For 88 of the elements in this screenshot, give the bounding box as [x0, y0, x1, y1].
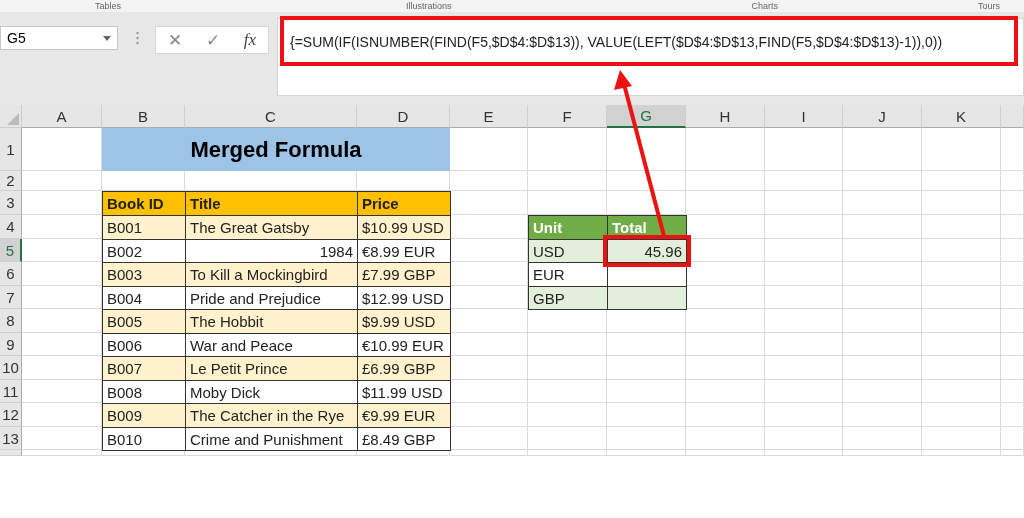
table-cell: B002	[102, 239, 186, 263]
merged-title-cell: Merged Formula	[102, 128, 450, 171]
column-header[interactable]: A	[22, 105, 102, 128]
row-header[interactable]: 8	[0, 309, 22, 333]
table-cell: B001	[102, 215, 186, 240]
ribbon-group-label: Charts	[751, 0, 779, 12]
table-cell: €10.99 EUR	[357, 333, 451, 357]
table-cell: £6.99 GBP	[357, 356, 451, 381]
table-cell: EUR	[528, 262, 608, 287]
table-cell: GBP	[528, 286, 608, 310]
table-cell: B006	[102, 333, 186, 357]
table-cell: $11.99 USD	[357, 380, 451, 404]
row-header[interactable]: 9	[0, 333, 22, 356]
empty-cell	[1001, 380, 1024, 403]
table-cell: B009	[102, 403, 186, 428]
empty-cell	[1001, 333, 1024, 356]
header-cell: Book ID	[102, 191, 186, 216]
table-cell: B008	[102, 380, 186, 404]
column-header[interactable]: F	[528, 105, 607, 128]
triangle-icon	[7, 113, 19, 125]
empty-cell	[1001, 309, 1024, 333]
row-header[interactable]: 5	[0, 239, 22, 262]
empty-cell	[1001, 356, 1024, 380]
table-cell: €8.99 EUR	[357, 239, 451, 263]
column-header[interactable]: G	[607, 105, 686, 128]
table-cell: The Catcher in the Rye	[185, 403, 358, 428]
row-header[interactable]: 12	[0, 403, 22, 427]
empty-cell	[1001, 171, 1024, 191]
empty-cell	[1001, 262, 1024, 286]
row-header[interactable]: 3	[0, 191, 22, 215]
table-cell: To Kill a Mockingbird	[185, 262, 358, 287]
header-cell: Price	[357, 191, 451, 216]
header-cell: Unit	[528, 215, 608, 240]
table-cell: The Great Gatsby	[185, 215, 358, 240]
column-header[interactable]: H	[686, 105, 765, 128]
column-header[interactable]: K	[922, 105, 1001, 128]
formula-field[interactable]: {=SUM(IF(ISNUMBER(FIND(F5,$D$4:$D$13)), VALUE(LEFT($D$4:$D$13,FIND(F5,$D$4:$D$13)-1)),0))	[277, 18, 1024, 96]
table-cell: €9.99 EUR	[357, 403, 451, 428]
row-header[interactable]: 10	[0, 356, 22, 380]
ribbon-group-label: Tours	[978, 0, 1001, 12]
table-cell: $12.99 USD	[357, 286, 451, 310]
table-cell: £7.99 GBP	[357, 262, 451, 287]
insert-function-button[interactable]: fx	[237, 30, 263, 50]
ribbon-group-label: Illustrations	[406, 0, 452, 12]
enter-button[interactable]: ✓	[199, 29, 226, 51]
table-cell: 1984	[185, 239, 358, 263]
table-cell: $10.99 USD	[357, 215, 451, 240]
empty-cell	[1001, 427, 1024, 450]
empty-cell	[1001, 215, 1024, 239]
table-cell: War and Peace	[185, 333, 358, 357]
grip-icon	[136, 31, 139, 45]
empty-cell	[1001, 403, 1024, 427]
table-cell: B004	[102, 286, 186, 310]
row-header[interactable]: 13	[0, 427, 22, 450]
ribbon-group-label: Tables	[95, 0, 121, 12]
row-header[interactable]	[0, 450, 22, 456]
row-header[interactable]: 2	[0, 171, 22, 191]
table-cell: £8.49 GBP	[357, 427, 451, 451]
row-header[interactable]: 1	[0, 128, 22, 171]
table-cell: The Hobbit	[185, 309, 358, 334]
column-header[interactable]: I	[765, 105, 843, 128]
column-header[interactable]: E	[450, 105, 528, 128]
empty-cell	[1001, 191, 1024, 215]
column-header[interactable]: D	[357, 105, 450, 128]
name-box[interactable]: G5	[0, 26, 118, 50]
row-header[interactable]: 6	[0, 262, 22, 286]
empty-cell	[1001, 239, 1024, 262]
row-header[interactable]: 11	[0, 380, 22, 403]
table-cell: B010	[102, 427, 186, 451]
cancel-button[interactable]: ✕	[161, 29, 188, 51]
table-cell: Crime and Punishment	[185, 427, 358, 451]
header-cell: Title	[185, 191, 358, 216]
table-cell: B005	[102, 309, 186, 334]
column-header[interactable]: B	[102, 105, 185, 128]
dropdown-caret-icon	[103, 35, 111, 41]
table-cell: $9.99 USD	[357, 309, 451, 334]
column-header[interactable]: J	[843, 105, 922, 128]
empty-cell	[1001, 286, 1024, 309]
table-cell: B007	[102, 356, 186, 381]
column-header[interactable]	[1001, 105, 1024, 128]
select-all-corner[interactable]	[0, 105, 22, 128]
table-cell: Pride and Prejudice	[185, 286, 358, 310]
column-header[interactable]: C	[185, 105, 357, 128]
table-cell: B003	[102, 262, 186, 287]
row-header[interactable]: 4	[0, 215, 22, 239]
table-cell: Le Petit Prince	[185, 356, 358, 381]
row-header[interactable]: 7	[0, 286, 22, 309]
table-cell: Moby Dick	[185, 380, 358, 404]
